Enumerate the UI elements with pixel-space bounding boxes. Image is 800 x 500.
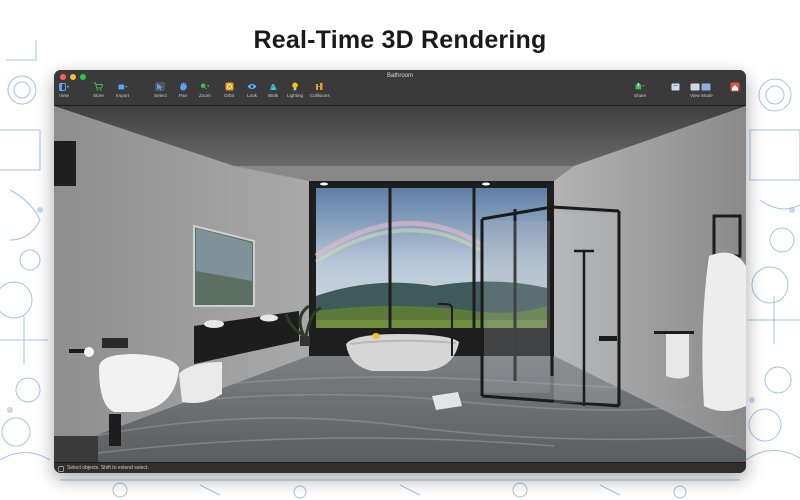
bathroom-render (54, 106, 746, 462)
import-icon (117, 82, 128, 91)
walk-label: Walk (268, 93, 279, 98)
eye-icon (247, 82, 257, 91)
home-icon (730, 82, 740, 91)
collisions-label: Collisions (310, 93, 330, 98)
look-label: Look (247, 93, 257, 98)
pan-button[interactable]: Pan (178, 82, 188, 98)
status-icon (58, 459, 64, 473)
zoom-label: Zoom (199, 93, 211, 98)
share-button[interactable]: Share (634, 82, 646, 98)
orbit-icon (224, 82, 234, 91)
select-button[interactable]: Select (154, 82, 167, 98)
collisions-button[interactable]: Collisions (310, 82, 330, 98)
look-button[interactable]: Look (247, 82, 257, 98)
share-label: Share (634, 93, 647, 98)
toolbar: Bathroom View Store Import Select Pan Zo… (54, 70, 746, 106)
home-button[interactable] (730, 82, 740, 91)
share-icon (635, 82, 645, 91)
view-mode-icon (690, 82, 712, 91)
3d-viewport[interactable] (54, 106, 746, 462)
orbit-button[interactable]: Orbit (224, 82, 234, 98)
view-label: View (59, 93, 69, 98)
cursor-icon (155, 82, 166, 91)
store-label: Store (93, 93, 104, 98)
select-label: Select (154, 93, 167, 98)
walk-button[interactable]: Walk (268, 82, 278, 98)
hand-icon (178, 82, 188, 91)
card-icon (670, 82, 680, 91)
card-view-button[interactable] (670, 82, 680, 91)
app-window: Bathroom View Store Import Select Pan Zo… (54, 70, 746, 473)
pan-label: Pan (178, 93, 188, 98)
bulb-icon (290, 82, 300, 91)
magnifier-icon (200, 82, 210, 91)
sidebar-icon (59, 82, 69, 91)
orbit-label: Orbit (224, 93, 234, 98)
store-button[interactable]: Store (93, 82, 104, 98)
status-text: Select objects. Shift to extend select. (67, 465, 149, 471)
collision-icon (315, 82, 325, 91)
import-button[interactable]: Import (116, 82, 129, 98)
page-headline: Real-Time 3D Rendering (253, 26, 547, 54)
import-label: Import (116, 93, 130, 98)
zoom-button[interactable]: Zoom (199, 82, 211, 98)
view-button[interactable]: View (59, 82, 69, 98)
lighting-label: Lighting (287, 93, 304, 98)
lighting-button[interactable]: Lighting (287, 82, 303, 98)
window-title: Bathroom (386, 73, 413, 79)
view-mode-button[interactable]: View Mode (690, 82, 713, 98)
cart-icon (93, 82, 104, 91)
view-mode-label: View Mode (690, 93, 713, 98)
walk-icon (268, 82, 278, 91)
status-bar: Select objects. Shift to extend select. (54, 462, 746, 473)
